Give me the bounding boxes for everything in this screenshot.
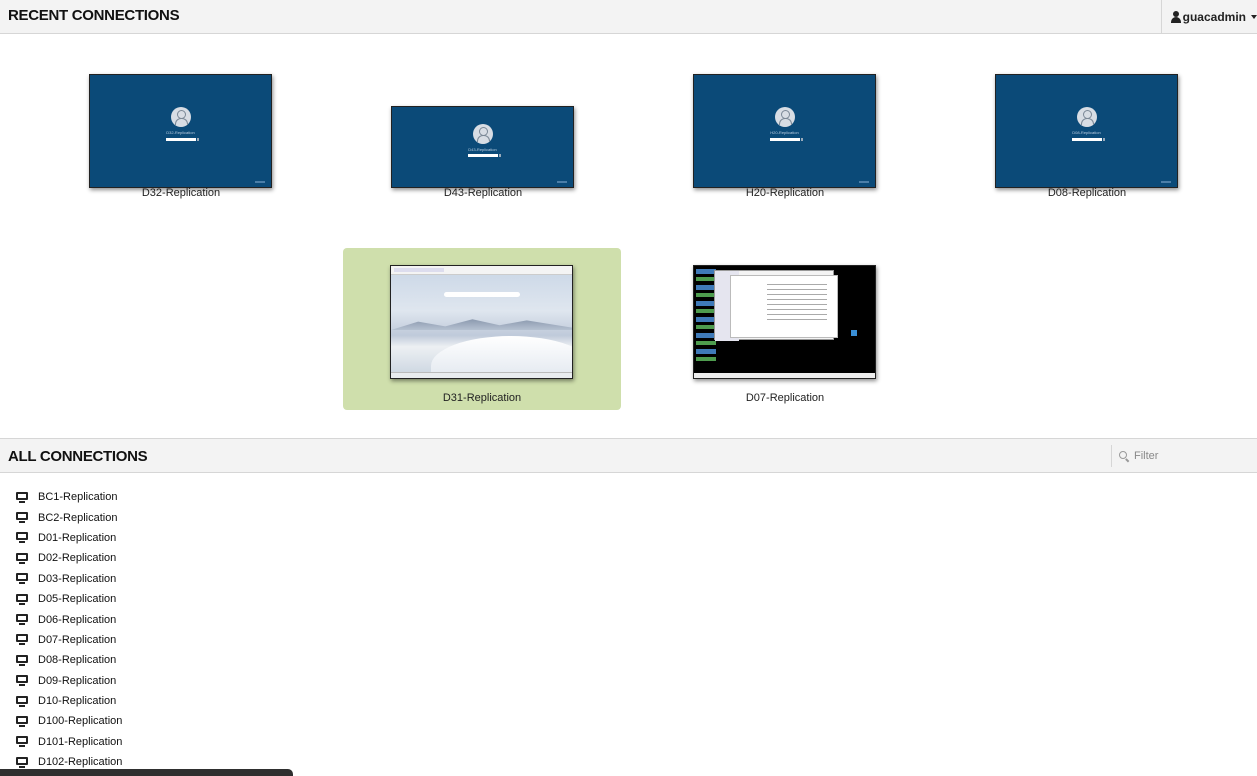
connection-thumbnail: D43-Replication [391, 106, 574, 188]
lock-screen-name: D32-Replication [166, 130, 195, 135]
user-name: guacadmin [1182, 9, 1246, 24]
connection-name: D102-Replication [38, 756, 123, 769]
monitor-icon [16, 756, 28, 768]
tile-label: D31-Replication [442, 392, 522, 404]
connection-item[interactable]: D06-Replication [16, 609, 122, 629]
lock-screen-name: H20-Replication [770, 130, 799, 135]
monitor-icon [16, 593, 28, 605]
user-icon [1170, 10, 1181, 23]
status-tooltip [0, 769, 293, 776]
recent-tile-d08[interactable]: D08-Replication D08-Replication [948, 43, 1226, 205]
chevron-down-icon [1251, 14, 1257, 19]
connection-item[interactable]: BC1-Replication [16, 487, 122, 507]
connection-name: D03-Replication [38, 572, 117, 585]
connection-item[interactable]: D01-Replication [16, 528, 122, 548]
connection-list: BC1-Replication BC2-Replication D01-Repl… [16, 487, 122, 772]
connection-thumbnail [693, 265, 876, 379]
lock-screen-name: D08-Replication [1072, 130, 1101, 135]
monitor-icon [16, 634, 28, 646]
monitor-icon [16, 614, 28, 626]
connection-name: D100-Replication [38, 715, 123, 728]
connection-item[interactable]: D08-Replication [16, 650, 122, 670]
connection-name: D10-Replication [38, 695, 117, 708]
monitor-icon [16, 695, 28, 707]
connection-thumbnail: H20-Replication [693, 74, 876, 188]
avatar-icon [774, 107, 795, 127]
connection-item[interactable]: BC2-Replication [16, 507, 122, 527]
connection-thumbnail: D32-Replication [89, 74, 272, 188]
monitor-icon [16, 715, 28, 727]
tile-label: H20-Replication [745, 187, 825, 199]
avatar-icon [1076, 107, 1097, 127]
search-icon [1119, 450, 1130, 462]
connection-item[interactable]: D05-Replication [16, 589, 122, 609]
user-menu[interactable]: guacadmin [1161, 0, 1257, 33]
connection-item[interactable]: D10-Replication [16, 691, 122, 711]
connection-item[interactable]: D02-Replication [16, 548, 122, 568]
connection-thumbnail [390, 265, 573, 379]
avatar-icon [472, 124, 493, 144]
connection-item[interactable]: D100-Replication [16, 711, 122, 731]
avatar-icon [170, 107, 191, 127]
connection-name: BC2-Replication [38, 511, 118, 524]
monitor-icon [16, 532, 28, 544]
recent-tile-d31[interactable]: D31-Replication [343, 248, 621, 410]
all-connections-title: ALL CONNECTIONS [8, 448, 148, 465]
connection-name: D05-Replication [38, 593, 117, 606]
all-connections-header: ALL CONNECTIONS [0, 438, 1257, 473]
connection-name: D01-Replication [38, 531, 117, 544]
filter-input[interactable] [1134, 450, 1244, 462]
connection-name: D06-Replication [38, 613, 117, 626]
tile-label: D32-Replication [141, 187, 221, 199]
recent-tile-d07[interactable]: D07-Replication [646, 248, 924, 410]
recent-connections-header: RECENT CONNECTIONS guacadmin [0, 0, 1257, 34]
recent-tile-h20[interactable]: H20-Replication H20-Replication [646, 43, 924, 205]
filter-box [1111, 445, 1257, 467]
recent-tile-d32[interactable]: D32-Replication D32-Replication [42, 43, 320, 205]
connection-item[interactable]: D07-Replication [16, 630, 122, 650]
connection-name: D101-Replication [38, 735, 123, 748]
monitor-icon [16, 573, 28, 585]
lock-screen-name: D43-Replication [468, 147, 497, 152]
tile-label: D08-Replication [1047, 187, 1127, 199]
monitor-icon [16, 552, 28, 564]
monitor-icon [16, 491, 28, 503]
connection-name: D08-Replication [38, 654, 117, 667]
connection-name: D09-Replication [38, 674, 117, 687]
connection-item[interactable]: D09-Replication [16, 671, 122, 691]
recent-tile-d43[interactable]: D43-Replication D43-Replication [344, 43, 622, 205]
tile-label: D43-Replication [443, 187, 523, 199]
monitor-icon [16, 654, 28, 666]
monitor-icon [16, 736, 28, 748]
connection-item[interactable]: D101-Replication [16, 732, 122, 752]
tile-label: D07-Replication [745, 392, 825, 404]
monitor-icon [16, 512, 28, 524]
connection-thumbnail: D08-Replication [995, 74, 1178, 188]
monitor-icon [16, 675, 28, 687]
connection-name: BC1-Replication [38, 491, 118, 504]
connection-item[interactable]: D03-Replication [16, 569, 122, 589]
recent-connections-title: RECENT CONNECTIONS [8, 7, 180, 24]
connection-name: D07-Replication [38, 633, 117, 646]
connection-name: D02-Replication [38, 552, 117, 565]
